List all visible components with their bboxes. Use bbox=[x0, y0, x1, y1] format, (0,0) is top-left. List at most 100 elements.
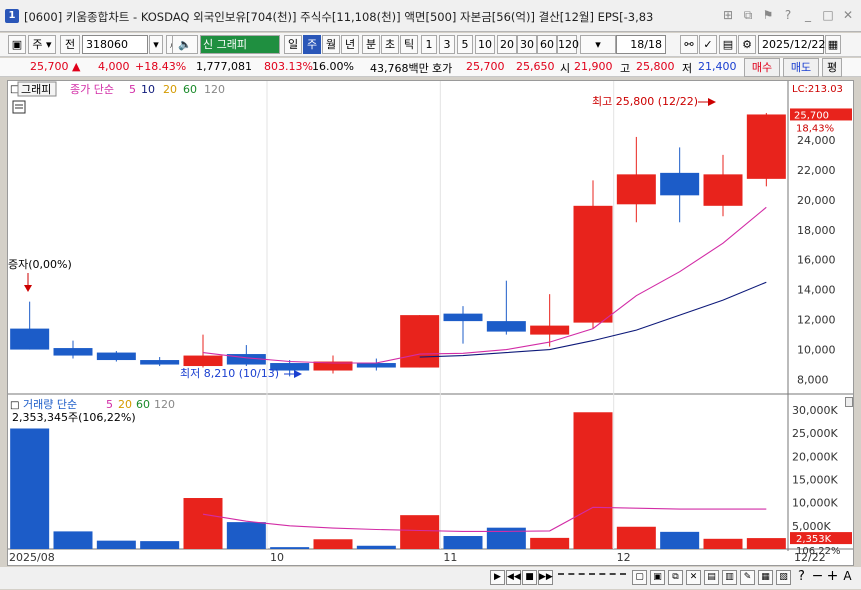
link-icon[interactable]: ⚯ bbox=[680, 35, 698, 54]
chart-canvas[interactable]: 25,700 18,43%24,000 22,000 20,000 18,000 16,0… bbox=[8, 81, 853, 565]
maximize-icon[interactable]: □ bbox=[821, 8, 835, 22]
volume-bar bbox=[10, 428, 50, 549]
gear-icon[interactable]: ⚙ bbox=[738, 35, 756, 54]
volume-bar bbox=[356, 545, 396, 549]
candle-body bbox=[573, 205, 613, 323]
turnover-rate: 16.00% bbox=[312, 60, 354, 73]
volume-scroll-handle[interactable] bbox=[845, 397, 853, 407]
candle-body bbox=[530, 325, 570, 335]
interval-dropdown[interactable]: ▾ bbox=[580, 35, 616, 54]
view-5-icon[interactable]: ▥ bbox=[722, 570, 737, 585]
period-select[interactable]: 주 ▾ bbox=[28, 35, 56, 54]
volume-bar bbox=[270, 547, 310, 549]
interval-5[interactable]: 5 bbox=[457, 35, 473, 54]
buy-button[interactable]: 매수 bbox=[744, 58, 780, 77]
interval-3[interactable]: 3 bbox=[439, 35, 455, 54]
cross-icon[interactable]: ✕ bbox=[686, 570, 701, 585]
volume-legend-marker: □ bbox=[10, 400, 19, 411]
view-1-icon[interactable]: ▢ bbox=[632, 570, 647, 585]
price-axis-tick: 8,000 bbox=[797, 374, 829, 387]
sound-icon[interactable]: 🔈 bbox=[172, 35, 198, 54]
x-axis-label: 12/22 bbox=[794, 551, 826, 564]
candle-body bbox=[356, 363, 396, 368]
check-icon[interactable]: ✓ bbox=[699, 35, 717, 54]
pin-icon[interactable]: ⚑ bbox=[761, 8, 775, 22]
table-toggle-icon[interactable] bbox=[12, 100, 26, 114]
scroll-right-icon[interactable]: ▶ bbox=[490, 570, 505, 585]
stop-icon[interactable]: ■ bbox=[522, 570, 537, 585]
price-axis-tick: 12,000 bbox=[797, 314, 836, 327]
forward-icon[interactable]: ▶▶ bbox=[538, 570, 553, 585]
interval-120[interactable]: 120 bbox=[557, 35, 579, 54]
period-tab-minute[interactable]: 분 bbox=[362, 35, 380, 54]
event-annotation: 증자(0,00%) bbox=[8, 258, 72, 271]
restore-window-icon[interactable]: ⧉ bbox=[741, 8, 755, 22]
interval-1[interactable]: 1 bbox=[421, 35, 437, 54]
view-7-icon[interactable]: ▧ bbox=[776, 570, 791, 585]
vol-ma-legend-60: 60 bbox=[136, 398, 150, 411]
view-6-icon[interactable]: ▦ bbox=[758, 570, 773, 585]
x-axis-label: 12 bbox=[617, 551, 631, 564]
candle-body bbox=[53, 348, 93, 356]
date-input[interactable]: 2025/12/22 bbox=[758, 35, 825, 54]
code-dropdown-icon[interactable]: ▾ bbox=[149, 35, 163, 54]
view-4-icon[interactable]: ▤ bbox=[704, 570, 719, 585]
trade-amount: 43,768백만 bbox=[370, 62, 429, 75]
candle-body bbox=[96, 352, 136, 361]
volume-bar bbox=[746, 538, 786, 549]
tile-icon[interactable]: ⊞ bbox=[721, 8, 735, 22]
evaluation-button[interactable]: 평 bbox=[822, 58, 842, 77]
candle-body bbox=[183, 355, 223, 367]
font-size-icon[interactable]: A bbox=[840, 570, 855, 585]
candle-body bbox=[10, 328, 50, 350]
volume-axis-tick: 25,000K bbox=[792, 427, 838, 440]
zoom-out-icon[interactable]: − bbox=[810, 569, 825, 585]
measure-icon[interactable]: ✎ bbox=[740, 570, 755, 585]
stock-code-input[interactable]: 318060 bbox=[82, 35, 148, 54]
chart-settings-icon[interactable]: ▣ bbox=[8, 35, 26, 54]
zoom-slider[interactable] bbox=[558, 573, 626, 581]
page-indicator: 18/18 bbox=[616, 35, 666, 54]
period-tab-day[interactable]: 일 bbox=[284, 35, 302, 54]
help-bottom-icon[interactable]: ? bbox=[794, 570, 809, 585]
interval-10[interactable]: 10 bbox=[475, 35, 495, 54]
all-button[interactable]: 전 bbox=[60, 35, 80, 54]
volume-bar bbox=[530, 537, 570, 549]
period-tab-week[interactable]: 주 bbox=[303, 35, 321, 54]
save-icon[interactable]: ▤ bbox=[719, 35, 737, 54]
candle-body bbox=[616, 174, 656, 205]
volume-bar bbox=[313, 539, 353, 549]
close-icon[interactable]: ✕ bbox=[841, 8, 855, 22]
rewind-icon[interactable]: ◀◀ bbox=[506, 570, 521, 585]
candle-body bbox=[400, 315, 440, 368]
view-3-icon[interactable]: ⧉ bbox=[668, 570, 683, 585]
interval-60[interactable]: 60 bbox=[537, 35, 557, 54]
interval-30[interactable]: 30 bbox=[517, 35, 537, 54]
graphic-selector[interactable]: 신 그래피 bbox=[200, 35, 280, 54]
x-axis-label: 11 bbox=[443, 551, 457, 564]
x-axis-label: 10 bbox=[270, 551, 284, 564]
price-axis-tick: 24,000 bbox=[797, 134, 836, 147]
quote-info-bar: 25,700 ▲ 4,000 +18.43% 1,777,081 803.13%… bbox=[0, 58, 861, 77]
low-label: 저 bbox=[682, 62, 693, 75]
high-label: 고 bbox=[620, 62, 631, 75]
zoom-in-icon[interactable]: + bbox=[825, 569, 840, 585]
period-tab-tick[interactable]: 틱 bbox=[400, 35, 418, 54]
chart-navigation-bar: ▶ ◀◀ ■ ▶▶ ▢ ▣ ⧉ ✕ ▤ ▥ ✎ ▦ ▧ ? − + A bbox=[0, 567, 861, 589]
period-tab-month[interactable]: 월 bbox=[322, 35, 340, 54]
interval-20[interactable]: 20 bbox=[497, 35, 517, 54]
volume-bar bbox=[226, 522, 266, 549]
help-icon[interactable]: ? bbox=[781, 8, 795, 22]
stock-chart[interactable]: 25,700 18,43% 24,000 22,000 20,000 18,000 16,0… bbox=[7, 80, 854, 566]
vol-ma-legend-120: 120 bbox=[154, 398, 175, 411]
price-axis-tick: 22,000 bbox=[797, 164, 836, 177]
view-2-icon[interactable]: ▣ bbox=[650, 570, 665, 585]
minimize-icon[interactable]: _ bbox=[801, 8, 815, 22]
volume-bar bbox=[53, 531, 93, 549]
period-tab-year[interactable]: 년 bbox=[341, 35, 359, 54]
calendar-icon[interactable]: ▦ bbox=[825, 35, 841, 54]
open-price: 21,900 bbox=[574, 60, 613, 73]
period-tab-second[interactable]: 초 bbox=[381, 35, 399, 54]
vol-ma-legend-20: 20 bbox=[118, 398, 132, 411]
sell-button[interactable]: 매도 bbox=[783, 58, 819, 77]
